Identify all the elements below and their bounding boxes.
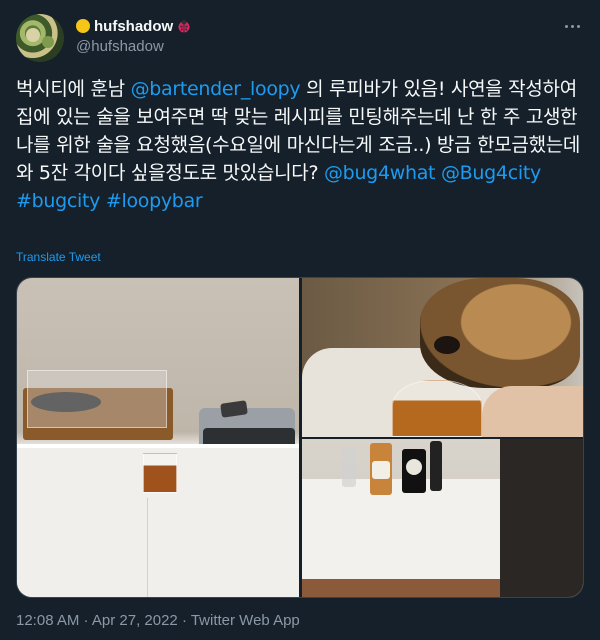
mention-link[interactable]: @Bug4city (441, 162, 541, 184)
mention-link[interactable]: @bug4what (324, 162, 436, 184)
media-grid (16, 277, 584, 598)
hashtag-link[interactable]: #bugcity (16, 190, 100, 212)
tweet-text: 벅시티에 훈남 @bartender_loopy 의 루피바가 있음! 사연을 … (16, 75, 586, 215)
photo-turntable-glass[interactable] (17, 278, 299, 597)
photo-dog-snifter[interactable] (302, 278, 583, 437)
mention-link[interactable]: @bartender_loopy (131, 78, 301, 100)
avatar[interactable] (16, 14, 64, 62)
hashtag-link[interactable]: #loopybar (106, 190, 203, 212)
author-handle[interactable]: @hufshadow (76, 38, 191, 55)
more-options-icon[interactable] (560, 16, 584, 36)
author-name-row[interactable]: hufshadow (76, 16, 191, 36)
yellow-circle-icon (76, 19, 90, 33)
tweet-header: hufshadow @hufshadow (16, 14, 584, 62)
tweet-timestamp[interactable]: 12:08 AM · Apr 27, 2022 · Twitter Web Ap… (16, 612, 300, 629)
tweet-text-segment: 벅시티에 훈남 (16, 78, 131, 100)
display-name[interactable]: hufshadow (94, 18, 173, 35)
ladybug-icon (177, 19, 191, 33)
translate-tweet-link[interactable]: Translate Tweet (16, 250, 101, 264)
author-block: hufshadow @hufshadow (76, 16, 191, 55)
photo-bottles-shelf[interactable] (302, 439, 583, 597)
